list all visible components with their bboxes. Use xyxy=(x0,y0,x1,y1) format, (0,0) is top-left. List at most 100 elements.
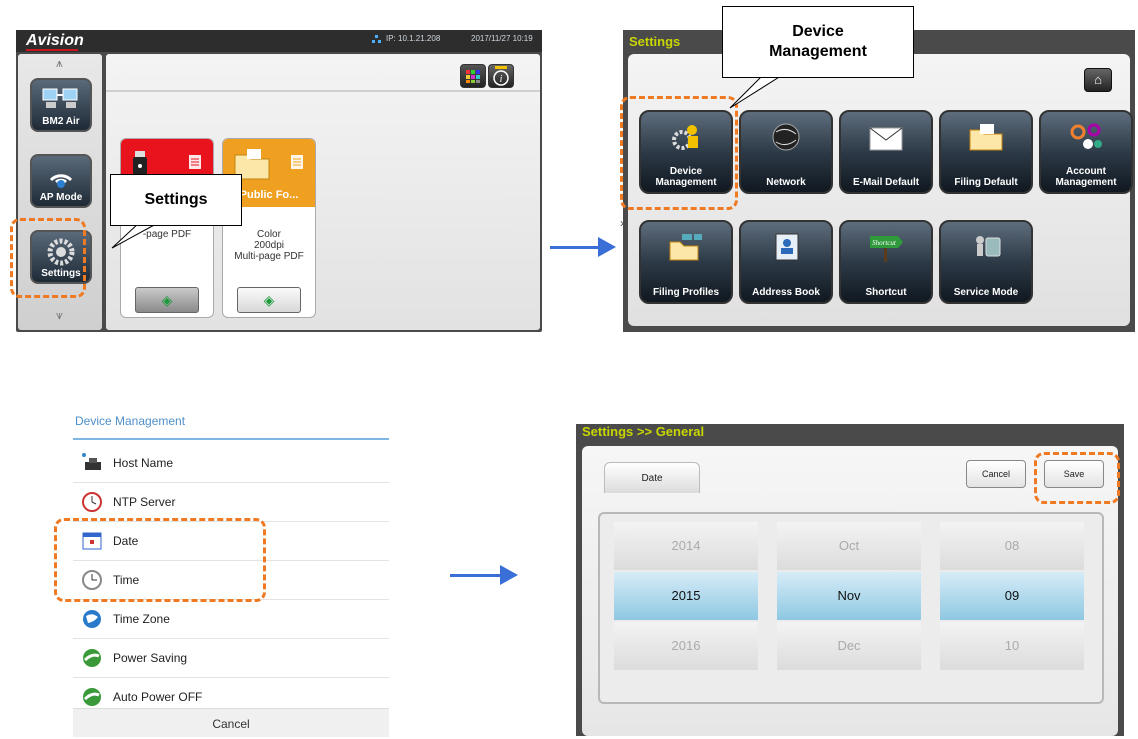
ap-mode-icon xyxy=(49,174,73,188)
tile-address-book[interactable]: Address Book xyxy=(739,220,833,304)
flow-arrow-head xyxy=(598,237,616,257)
date-time-highlight-frame xyxy=(54,518,266,602)
list-item-label: Power Saving xyxy=(113,651,188,665)
tile-account-management[interactable]: Account Management xyxy=(1039,110,1133,194)
breadcrumb: Settings >> General xyxy=(582,424,705,439)
email-envelope-icon xyxy=(869,127,903,151)
day-selected[interactable]: 09 xyxy=(940,572,1084,620)
list-header: Device Management xyxy=(75,414,186,428)
account-gears-icon xyxy=(1070,123,1102,149)
day-option[interactable]: 08 xyxy=(940,522,1084,570)
callout-pointer xyxy=(111,222,157,249)
month-option[interactable]: Dec xyxy=(777,622,921,670)
address-book-icon xyxy=(775,233,799,261)
power-saving-icon xyxy=(83,649,101,667)
year-option[interactable]: 2016 xyxy=(614,622,758,670)
scan-start-button[interactable]: ◈ xyxy=(135,287,199,313)
card-settings: Color 200dpi Multi-page PDF xyxy=(223,229,315,262)
tile-network[interactable]: Network xyxy=(739,110,833,194)
tile-email-default[interactable]: E-Mail Default xyxy=(839,110,933,194)
date-picker: 2014 2015 2016 Oct Nov Dec 08 09 10 xyxy=(598,512,1104,704)
host-name-icon xyxy=(82,453,101,470)
auto-power-off-icon xyxy=(83,688,101,706)
brand-logo: Avision xyxy=(26,32,84,49)
tile-label: Filing Default xyxy=(954,177,1018,188)
sidebar-item-ap-mode[interactable]: AP Mode xyxy=(30,154,92,208)
ntp-server-icon xyxy=(82,492,102,512)
year-selected[interactable]: 2015 xyxy=(614,572,758,620)
tile-service-mode[interactable]: Service Mode xyxy=(939,220,1033,304)
scroll-down-icon[interactable]: ⩛ xyxy=(56,308,63,323)
cancel-button[interactable]: Cancel xyxy=(966,460,1026,488)
list-item-ntp-server[interactable]: NTP Server xyxy=(73,483,389,522)
tile-shortcut[interactable]: Shortcut Shortcut xyxy=(839,220,933,304)
card-line: 200dpi xyxy=(253,240,285,251)
home-button[interactable]: ⌂ xyxy=(1084,68,1112,92)
scan-start-button[interactable]: ◈ xyxy=(237,287,301,313)
list-item-label: NTP Server xyxy=(113,495,176,509)
sidebar-item-bm2-air[interactable]: BM2 Air xyxy=(30,78,92,132)
cancel-label: Cancel xyxy=(212,717,250,731)
svg-text:i: i xyxy=(500,74,503,85)
settings-callout: Settings xyxy=(110,174,242,226)
shortcut-sign-icon: Shortcut xyxy=(870,236,903,262)
day-option[interactable]: 10 xyxy=(940,622,1084,670)
color-grid-icon xyxy=(466,70,480,83)
public-folder-card[interactable]: Public Fo... Color 200dpi Multi-page PDF… xyxy=(222,138,316,318)
panel-title: Settings xyxy=(629,34,681,49)
device-management-callout: Device Management xyxy=(722,6,914,78)
network-globe-icon xyxy=(772,123,800,151)
sidebar-item-label: BM2 Air xyxy=(42,116,80,127)
start-diamond-icon: ◈ xyxy=(161,292,173,308)
list-item-host-name[interactable]: Host Name xyxy=(73,444,389,483)
home-icon: ⌂ xyxy=(1094,72,1102,87)
start-diamond-icon: ◈ xyxy=(263,292,275,308)
home-screen-panel: Avision IP: 10.1.21.208 2017/11/27 10:19… xyxy=(16,30,627,332)
color-mode-button[interactable] xyxy=(460,64,486,88)
list-item-power-saving[interactable]: Power Saving xyxy=(73,639,389,678)
tile-filing-default[interactable]: Filing Default xyxy=(939,110,1033,194)
tile-label: E-Mail Default xyxy=(852,177,920,188)
settings-highlight-frame xyxy=(10,218,86,298)
bm2-air-icon xyxy=(42,88,78,108)
list-item-label: Time Zone xyxy=(113,612,170,626)
sidebar-item-label: AP Mode xyxy=(39,192,83,203)
brand-underline xyxy=(26,49,78,51)
month-option[interactable]: Oct xyxy=(777,522,921,570)
cancel-button[interactable]: Cancel xyxy=(73,708,389,737)
tile-label: Filing Profiles xyxy=(652,287,720,298)
filing-folder-icon xyxy=(969,124,1003,151)
info-icon: i xyxy=(493,66,509,86)
time-zone-globe-icon xyxy=(83,610,101,628)
folder-icon xyxy=(234,149,303,180)
year-option[interactable]: 2014 xyxy=(614,522,758,570)
shortcut-sign-text: Shortcut xyxy=(872,239,897,247)
datetime: 2017/11/27 10:19 xyxy=(471,34,533,43)
tab-date[interactable]: Date xyxy=(604,462,700,493)
divider xyxy=(106,90,540,92)
filing-profiles-icon xyxy=(669,234,702,261)
card-line: Multi-page PDF xyxy=(234,251,304,262)
list-item-label: Host Name xyxy=(113,456,174,470)
info-button[interactable]: i xyxy=(488,64,514,88)
header-underline xyxy=(73,438,389,440)
scroll-up-icon[interactable]: ⩚ xyxy=(56,56,63,71)
tile-label: Address Book xyxy=(752,287,820,298)
list-item-time-zone[interactable]: Time Zone xyxy=(73,600,389,639)
status-bar xyxy=(16,30,542,52)
tile-label: Account Management xyxy=(1055,166,1117,188)
flow-arrow-line xyxy=(550,246,600,249)
save-highlight-frame xyxy=(1034,452,1120,504)
card-line: Color xyxy=(257,229,281,240)
network-status-icon xyxy=(372,35,381,43)
tile-label: Service Mode xyxy=(953,287,1019,298)
month-selected[interactable]: Nov xyxy=(777,572,921,620)
list-item-label: Auto Power OFF xyxy=(113,690,203,704)
tile-filing-profiles[interactable]: Filing Profiles xyxy=(639,220,733,304)
service-mode-icon xyxy=(976,236,1001,257)
ip-address: IP: 10.1.21.208 xyxy=(386,34,441,43)
callout-text: Device Management xyxy=(769,23,867,60)
tile-label: Network xyxy=(766,177,806,188)
device-management-highlight-frame xyxy=(620,96,738,210)
flow-arrow-head xyxy=(500,565,518,585)
